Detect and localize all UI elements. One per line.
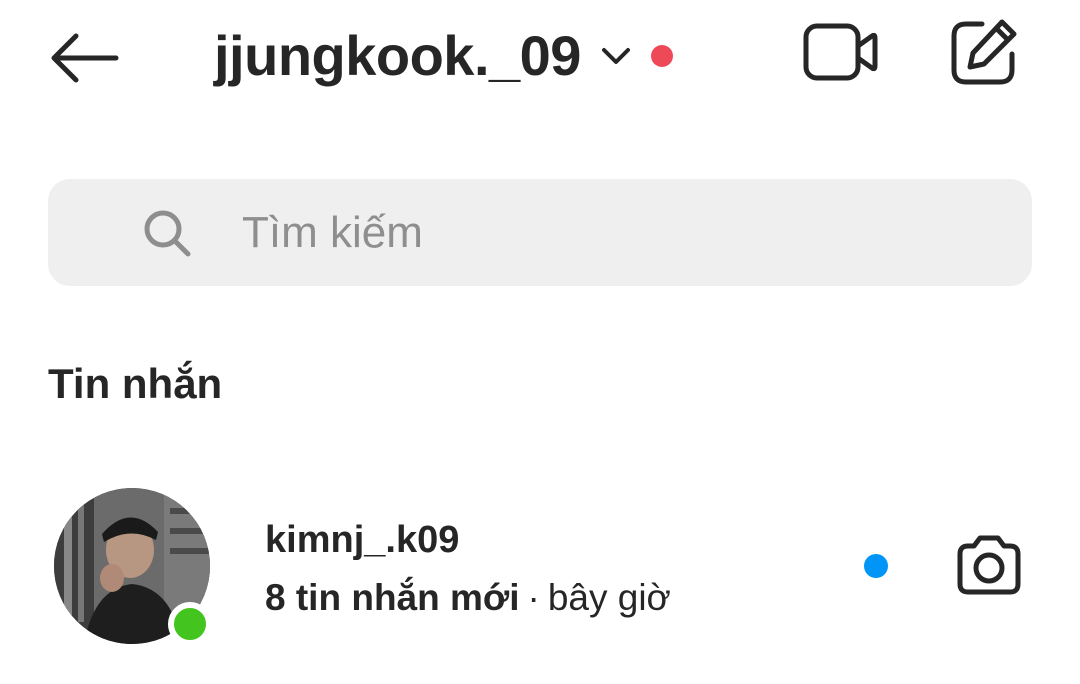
back-button[interactable] (46, 28, 122, 88)
camera-icon (957, 535, 1021, 595)
search-bar[interactable] (48, 179, 1032, 286)
timestamp: bây giờ (547, 577, 671, 618)
compose-icon (951, 19, 1017, 85)
messages-section-title: Tin nhắn (48, 360, 223, 407)
new-message-button[interactable] (948, 16, 1020, 88)
avatar-container (54, 488, 214, 648)
back-arrow-icon (51, 33, 119, 83)
search-input[interactable] (240, 197, 1004, 269)
account-username: jjungkook._09 (214, 24, 581, 87)
conversation-row[interactable]: kimnj_.k09 8 tin nhắn mới · bây giờ (0, 470, 1080, 660)
camera-button[interactable] (952, 532, 1026, 598)
account-switcher[interactable]: jjungkook._09 (214, 20, 673, 92)
video-call-button[interactable] (800, 20, 880, 84)
inbox-header: jjungkook._09 (0, 0, 1080, 120)
notification-dot (650, 45, 673, 67)
chevron-down-icon (601, 48, 630, 64)
conversation-preview: 8 tin nhắn mới · bây giờ (265, 576, 671, 620)
new-messages-count: 8 tin nhắn mới (265, 577, 520, 618)
unread-indicator (864, 554, 888, 578)
online-status-dot (168, 602, 212, 646)
conversation-username: kimnj_.k09 (265, 519, 460, 561)
search-icon (144, 210, 191, 257)
separator-dot: · (527, 577, 540, 618)
direct-inbox-screen: jjungkook._09 Tin nhắn (0, 0, 1080, 684)
video-camera-icon (803, 23, 878, 81)
